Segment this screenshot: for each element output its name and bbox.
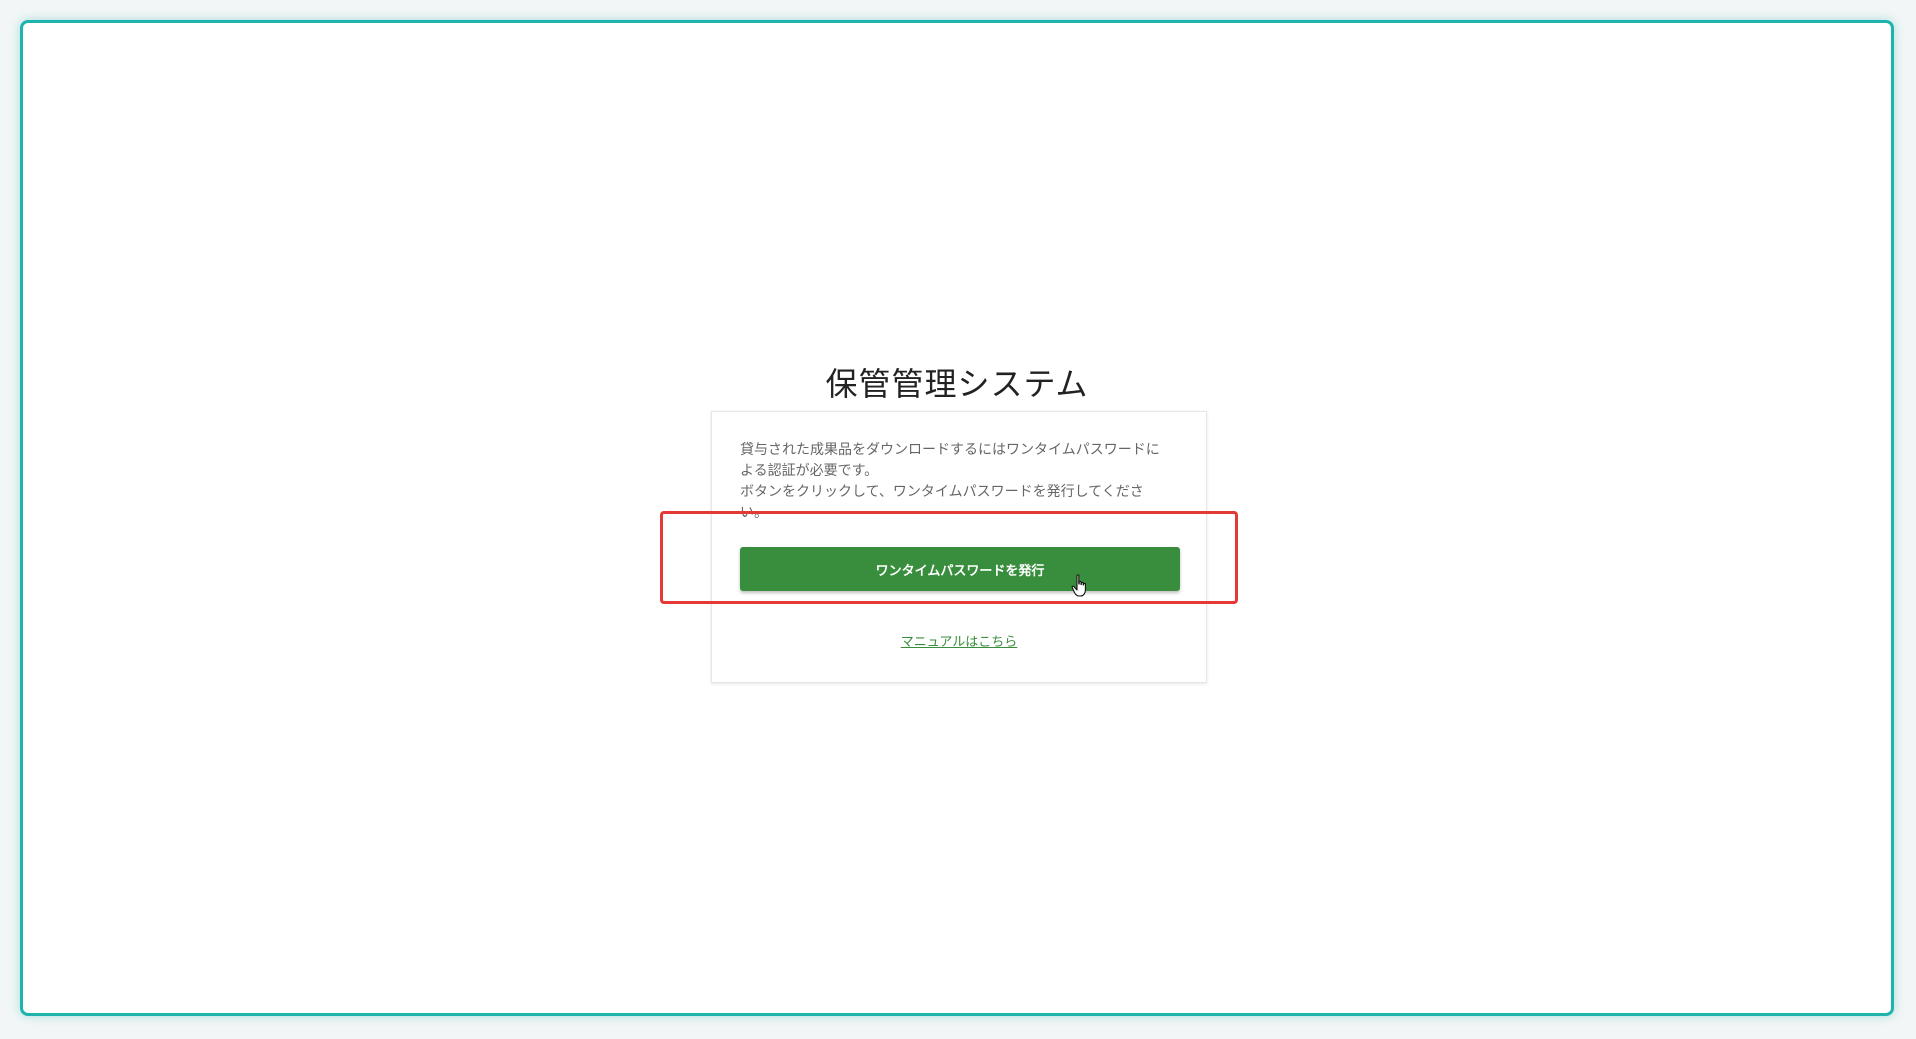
annotation-highlight-box: [660, 511, 1238, 604]
manual-link[interactable]: マニュアルはこちら: [712, 631, 1206, 650]
page-title: 保管管理システム: [825, 365, 1089, 403]
hand-pointer-icon: [1071, 574, 1086, 597]
